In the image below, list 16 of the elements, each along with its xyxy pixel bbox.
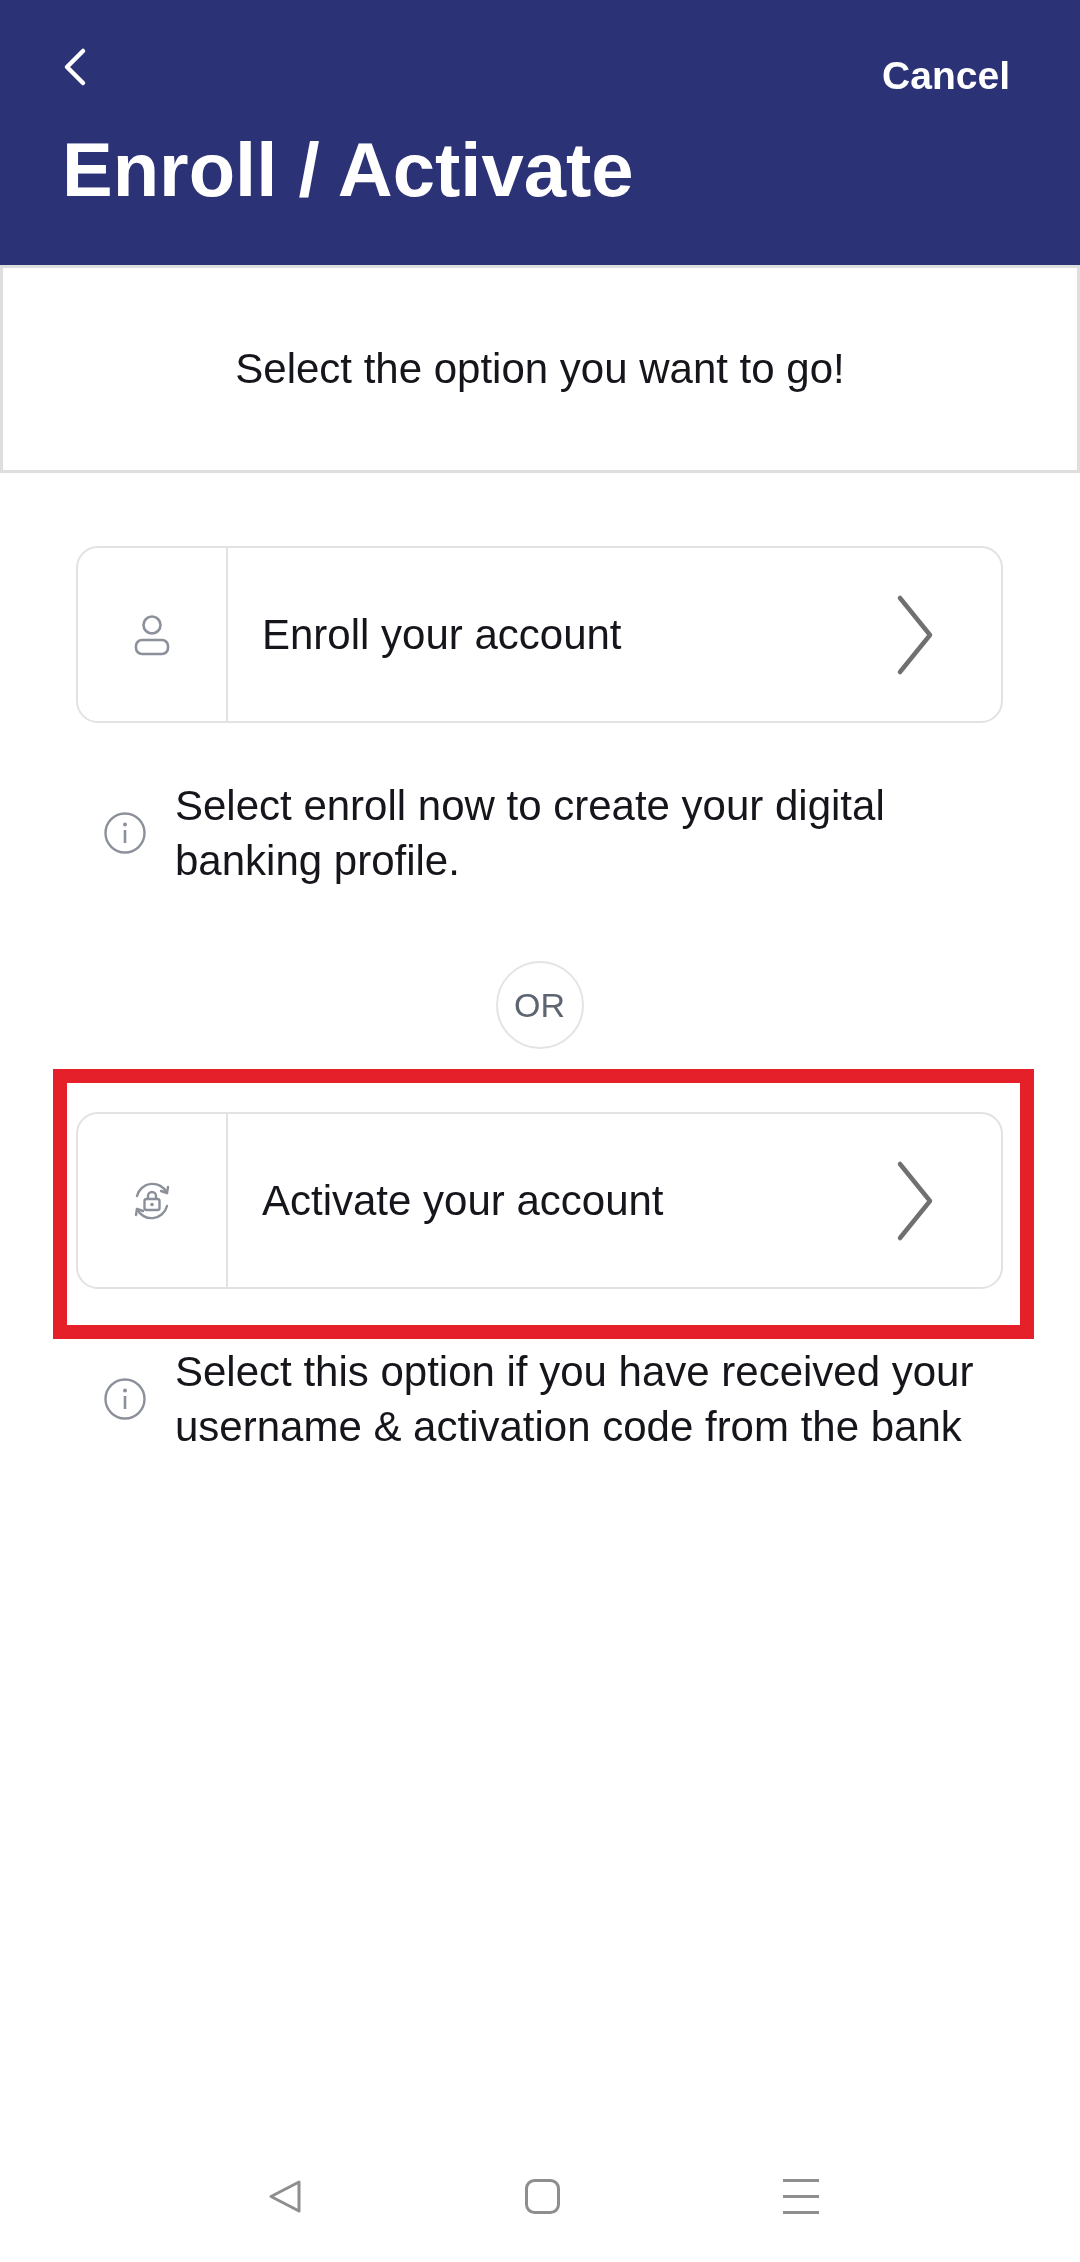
option-button[interactable]: Enroll your account bbox=[76, 546, 1003, 723]
menu-icon[interactable] bbox=[783, 2178, 819, 2214]
chevron-right-icon bbox=[896, 1159, 934, 1242]
person-icon bbox=[134, 613, 170, 656]
option-button[interactable]: Activate your account bbox=[76, 1112, 1003, 1289]
page-title: Enroll / Activate bbox=[62, 132, 635, 208]
cancel-button[interactable]: Cancel bbox=[882, 56, 1010, 96]
back-icon[interactable] bbox=[62, 47, 87, 87]
info-icon bbox=[104, 812, 146, 854]
prompt-text: Select the option you want to go! bbox=[235, 344, 845, 394]
or-separator: OR bbox=[495, 961, 584, 1049]
info-icon bbox=[104, 1378, 146, 1420]
info-text: Select enroll now to create your digital banking profile. bbox=[175, 781, 886, 886]
home-icon[interactable] bbox=[525, 2178, 560, 2214]
info-text: Select this option if you have received your username & activation code from the bank bbox=[175, 1347, 975, 1452]
chevron-right-icon bbox=[896, 593, 934, 676]
